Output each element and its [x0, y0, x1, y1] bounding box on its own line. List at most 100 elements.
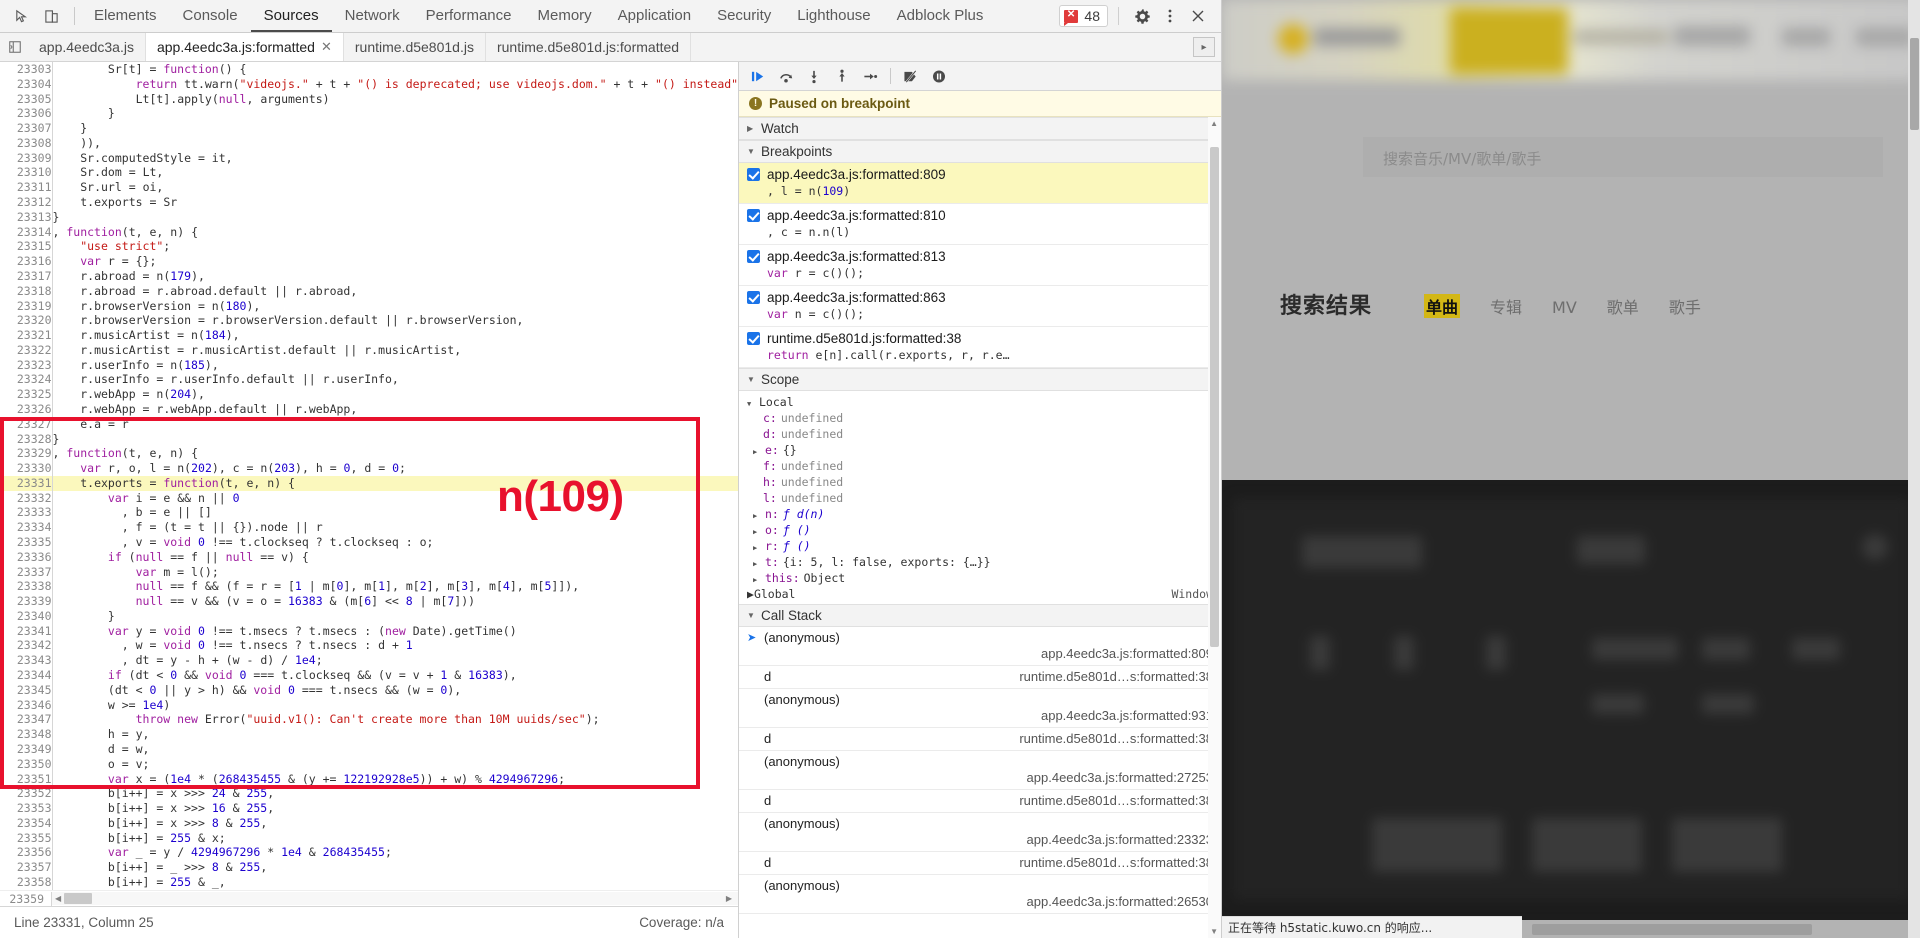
line-source[interactable]: r.userInfo = n(185),	[52, 358, 738, 373]
line-number[interactable]: 23349	[0, 741, 53, 757]
line-number[interactable]: 23343	[0, 653, 53, 669]
scope-local-root[interactable]: ▼ Local	[739, 394, 1221, 410]
line-source[interactable]: }	[52, 106, 738, 121]
scope-variable[interactable]: ▶ r: ƒ ()	[739, 538, 1221, 554]
code-line[interactable]: 23330 var r, o, l = n(202), c = n(203), …	[0, 461, 738, 476]
section-header-scope[interactable]: ▼ Scope	[739, 368, 1221, 391]
code-line[interactable]: 23331 t.exports = function(t, e, n) {	[0, 475, 738, 491]
line-number[interactable]: 23352	[0, 786, 53, 802]
line-source[interactable]: throw new Error("uuid.v1(): Can't create…	[52, 712, 738, 727]
close-icon[interactable]	[1185, 3, 1211, 29]
line-number[interactable]: 23351	[0, 771, 53, 787]
call-stack-item[interactable]: ➤druntime.d5e801d…s:formatted:38	[739, 728, 1221, 751]
tab-network[interactable]: Network	[332, 0, 413, 32]
tab-artists[interactable]: 歌手	[1669, 294, 1701, 318]
code-line[interactable]: 23350 o = v;	[0, 756, 738, 772]
tab-sources[interactable]: Sources	[250, 0, 332, 32]
scope-variable[interactable]: c: undefined	[739, 410, 1221, 426]
line-number[interactable]: 23310	[0, 165, 53, 181]
tab-albums[interactable]: 专辑	[1490, 294, 1522, 318]
line-source[interactable]: r.webApp = r.webApp.default || r.webApp,	[52, 402, 738, 417]
line-number[interactable]: 23308	[0, 135, 53, 151]
code-line[interactable]: 23326 r.webApp = r.webApp.default || r.w…	[0, 401, 738, 417]
chevron-right-icon[interactable]: ▶	[753, 576, 761, 584]
code-line[interactable]: 23309 Sr.computedStyle = it,	[0, 150, 738, 166]
line-number[interactable]: 23316	[0, 254, 53, 269]
page-vertical-scrollbar[interactable]	[1908, 0, 1920, 938]
code-line[interactable]: 23333 , b = e || []	[0, 505, 738, 521]
code-line[interactable]: 23345 (dt < 0 || y > h) && void 0 === t.…	[0, 682, 738, 698]
search-input[interactable]: 搜索音乐/MV/歌单/歌手	[1363, 137, 1883, 177]
line-source[interactable]: if (dt < 0 && void 0 === t.clockseq && (…	[52, 668, 738, 683]
line-number[interactable]: 23345	[0, 682, 53, 698]
scroll-right-icon[interactable]: ▶	[720, 894, 738, 903]
line-number[interactable]: 23333	[0, 505, 53, 521]
code-line[interactable]: 23348 h = y,	[0, 727, 738, 742]
code-line[interactable]: 23358 b[i++] = 255 & _,	[0, 874, 738, 890]
line-number[interactable]: 23350	[0, 756, 53, 772]
scrollbar-thumb[interactable]	[1210, 147, 1219, 647]
line-source[interactable]: Sr[t] = function() {	[52, 62, 738, 77]
code-line[interactable]: 23308 )),	[0, 135, 738, 151]
breakpoint-item[interactable]: app.4eedc3a.js:formatted:863 var n = c()(…	[739, 286, 1221, 327]
line-source[interactable]: , w = void 0 !== t.nsecs ? t.nsecs : d +…	[52, 638, 738, 653]
scope-variable[interactable]: ▶ t: {i: 5, l: false, exports: {…}}	[739, 554, 1221, 570]
page-horizontal-scrollbar[interactable]	[1522, 924, 1914, 936]
section-header-breakpoints[interactable]: ▼ Breakpoints	[739, 140, 1221, 163]
tab-console[interactable]: Console	[170, 0, 251, 32]
breakpoint-checkbox[interactable]	[747, 332, 760, 345]
line-number[interactable]: 23315	[0, 239, 53, 255]
code-line[interactable]: 23321 r.musicArtist = n(184),	[0, 328, 738, 343]
line-source[interactable]: , f = (t = t || {}).node || r	[52, 520, 738, 535]
code-line[interactable]: 23303 Sr[t] = function() {	[0, 62, 738, 77]
scope-variable[interactable]: l: undefined	[739, 490, 1221, 506]
resume-script-execution-button[interactable]	[745, 64, 771, 88]
line-source[interactable]: b[i++] = x >>> 24 & 255,	[52, 786, 738, 801]
step-out-of-current-function-button[interactable]	[829, 64, 855, 88]
line-source[interactable]: , function(t, e, n) {	[52, 446, 738, 461]
pause-on-exceptions-button[interactable]	[926, 64, 952, 88]
line-source[interactable]: o = v;	[52, 757, 738, 772]
code-line[interactable]: 23315 "use strict";	[0, 239, 738, 255]
code-line[interactable]: 23316 var r = {};	[0, 254, 738, 269]
tab-elements[interactable]: Elements	[81, 0, 170, 32]
line-source[interactable]: r.abroad = n(179),	[52, 269, 738, 284]
line-number[interactable]: 23307	[0, 121, 53, 136]
line-source[interactable]: var m = l();	[52, 565, 738, 580]
code-line[interactable]: 23347 throw new Error("uuid.v1(): Can't …	[0, 712, 738, 728]
line-number[interactable]: 23303	[0, 62, 53, 77]
code-line[interactable]: 23340 }	[0, 608, 738, 624]
line-source[interactable]: )),	[52, 136, 738, 151]
navigator-toggle-icon[interactable]	[0, 33, 28, 61]
code-line[interactable]: 23349 d = w,	[0, 741, 738, 757]
code-line[interactable]: 23341 var y = void 0 !== t.msecs ? t.mse…	[0, 623, 738, 639]
line-number[interactable]: 23334	[0, 520, 53, 535]
line-source[interactable]: var y = void 0 !== t.msecs ? t.msecs : (…	[52, 624, 738, 639]
line-source[interactable]: , v = void 0 !== t.clockseq ? t.clockseq…	[52, 535, 738, 550]
line-number[interactable]: 23321	[0, 328, 53, 343]
scroll-left-icon[interactable]: ◀	[52, 894, 64, 903]
scope-variable[interactable]: d: undefined	[739, 426, 1221, 442]
code-line[interactable]: 23319 r.browserVersion = n(180),	[0, 298, 738, 314]
tab-security[interactable]: Security	[704, 0, 784, 32]
line-source[interactable]: }	[52, 432, 738, 447]
debugger-scroll-area[interactable]: ▶ Watch ▼ Breakpoints app.4eedc3a.js:for…	[739, 117, 1221, 938]
line-source[interactable]: b[i++] = x >>> 8 & 255,	[52, 816, 738, 831]
line-number[interactable]: 23330	[0, 461, 53, 476]
code-line[interactable]: 23354 b[i++] = x >>> 8 & 255,	[0, 815, 738, 831]
scope-variable[interactable]: ▶ o: ƒ ()	[739, 522, 1221, 538]
tab-memory[interactable]: Memory	[525, 0, 605, 32]
line-number[interactable]: 23358	[0, 874, 53, 890]
code-line[interactable]: 23334 , f = (t = t || {}).node || r	[0, 520, 738, 535]
error-count-badge[interactable]: 48	[1059, 5, 1108, 27]
scope-variable[interactable]: f: undefined	[739, 458, 1221, 474]
code-line[interactable]: 23323 r.userInfo = n(185),	[0, 357, 738, 373]
line-source[interactable]: r.abroad = r.abroad.default || r.abroad,	[52, 284, 738, 299]
call-stack-item[interactable]: ➤ (anonymous) app.4eedc3a.js:formatted:931	[739, 689, 1221, 728]
source-tab-app-js-formatted[interactable]: app.4eedc3a.js:formatted ✕	[145, 33, 344, 61]
deactivate-breakpoints-button[interactable]	[898, 64, 924, 88]
line-number[interactable]: 23306	[0, 106, 53, 122]
line-number[interactable]: 23327	[0, 416, 53, 432]
line-source[interactable]: b[i++] = 255 & x;	[52, 831, 738, 846]
source-tab-runtime-js-formatted[interactable]: runtime.d5e801d.js:formatted	[486, 33, 692, 61]
